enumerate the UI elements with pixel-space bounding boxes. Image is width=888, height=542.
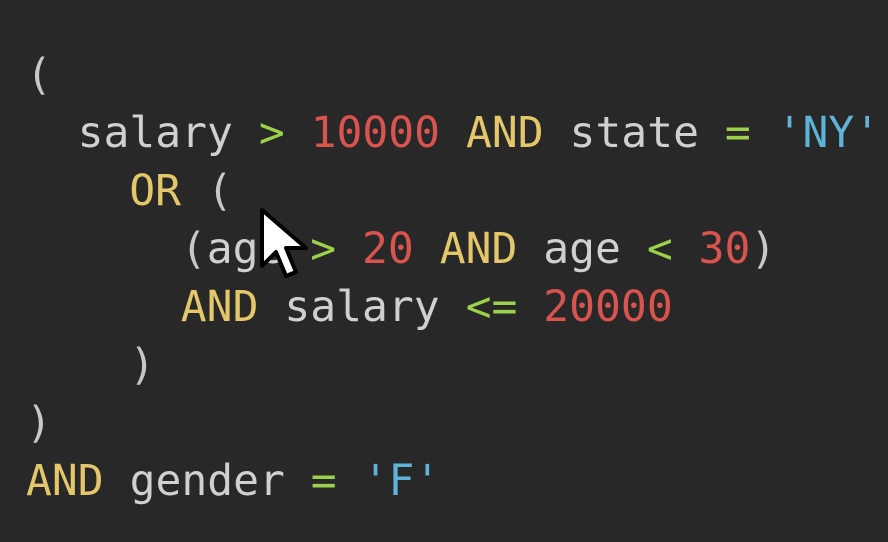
code-token-operator: < xyxy=(646,224,673,274)
code-line: AND gender = 'F' xyxy=(26,452,440,510)
code-token-punct: ( xyxy=(180,224,207,274)
code-token-string: 'NY' xyxy=(776,108,881,158)
code-token-operator: > xyxy=(310,224,337,274)
code-token-plain: age xyxy=(543,224,621,274)
code-token-number: 20000 xyxy=(543,282,673,332)
code-token-keyword: AND xyxy=(180,282,259,332)
code-line: AND salary <= 20000 xyxy=(181,278,673,336)
code-token-operator: <= xyxy=(465,282,518,332)
code-token-keyword: OR xyxy=(129,166,181,216)
mouse-pointer-icon xyxy=(260,208,308,278)
code-token-plain: salary xyxy=(284,282,440,332)
code-token-plain: state xyxy=(569,108,699,158)
code-token-punct: ) xyxy=(26,398,52,448)
code-token-plain: salary xyxy=(77,108,233,158)
code-token-punct: ( xyxy=(206,166,233,216)
code-line: ) xyxy=(129,336,155,394)
code-token-keyword: AND xyxy=(26,456,104,506)
code-token-punct: ) xyxy=(750,224,777,274)
code-token-number: 10000 xyxy=(310,108,441,158)
code-token-operator: > xyxy=(258,108,285,158)
code-token-punct: ( xyxy=(26,50,52,100)
code-token-number: 20 xyxy=(362,224,414,274)
code-token-keyword: AND xyxy=(439,224,518,274)
code-line: ( xyxy=(26,46,52,104)
code-editor[interactable]: (salary > 10000 AND state = 'NY' OR ((age… xyxy=(0,0,888,542)
code-token-string: 'F' xyxy=(362,456,441,506)
code-line: ) xyxy=(26,394,52,452)
code-token-operator: = xyxy=(310,456,337,506)
code-line: salary > 10000 AND state = 'NY' xyxy=(78,104,881,162)
code-token-operator: = xyxy=(724,108,751,158)
code-token-number: 30 xyxy=(698,224,751,274)
code-token-plain: gender xyxy=(129,456,285,506)
code-token-punct: ) xyxy=(129,340,156,390)
code-token-keyword: AND xyxy=(465,108,544,158)
code-line: OR ( xyxy=(129,162,233,220)
